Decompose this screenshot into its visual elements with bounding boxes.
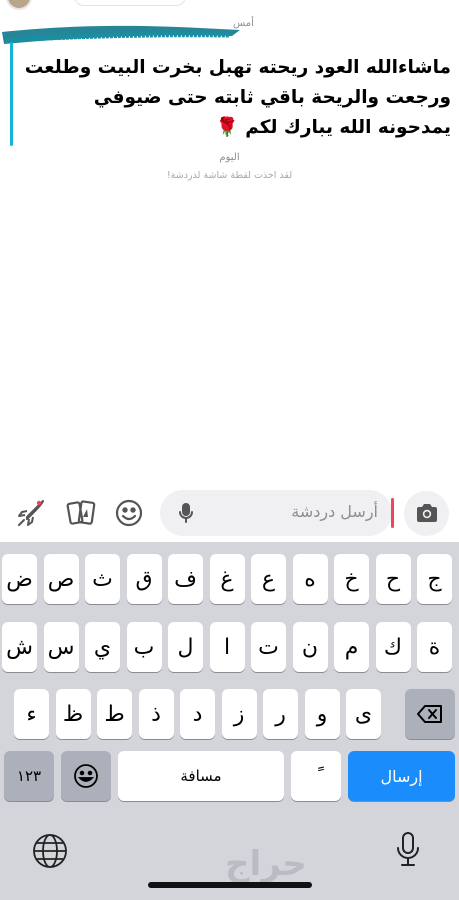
text-cursor xyxy=(391,498,394,528)
delete-key[interactable] xyxy=(405,689,455,739)
key-letter[interactable]: ط xyxy=(97,689,132,739)
diacritic-key[interactable]: ً xyxy=(291,751,341,801)
key-letter[interactable]: ش xyxy=(2,622,37,672)
key-letter[interactable]: و xyxy=(304,689,340,739)
message-line: ماشاءالله العود ريحته تهبل بخرت البيت وط… xyxy=(24,57,452,78)
send-key[interactable]: إرسال xyxy=(348,751,455,801)
key-letter[interactable]: ظ xyxy=(55,689,91,739)
key-letter[interactable]: ك xyxy=(375,622,411,672)
key-letter[interactable]: د xyxy=(180,689,215,739)
top-strip xyxy=(0,0,459,12)
key-letter[interactable]: ض xyxy=(2,554,37,604)
key-letter[interactable]: ق xyxy=(126,554,162,604)
smiley-icon[interactable] xyxy=(112,496,146,530)
key-letter[interactable]: ز xyxy=(221,689,257,739)
key-letter[interactable]: ه xyxy=(292,554,328,604)
key-letter[interactable]: ج xyxy=(417,554,452,604)
watermark: حراج xyxy=(225,844,307,884)
globe-icon[interactable] xyxy=(31,832,69,870)
mic-icon[interactable] xyxy=(174,501,198,525)
key-letter[interactable]: ع xyxy=(251,554,286,604)
backspace-icon xyxy=(417,705,442,723)
avatar[interactable] xyxy=(6,0,32,10)
home-indicator xyxy=(148,882,312,888)
key-letter[interactable]: ت xyxy=(251,622,286,672)
key-letter[interactable]: ح xyxy=(375,554,411,604)
key-letter[interactable]: ص xyxy=(43,554,79,604)
day-label-today: اليوم xyxy=(219,152,240,163)
key-letter[interactable]: ء xyxy=(14,689,49,739)
screenshot-notice: لقد اخذت لقطة شاشة لدردشة! xyxy=(166,170,293,181)
camera-button[interactable] xyxy=(404,491,449,536)
key-letter[interactable]: ة xyxy=(417,622,452,672)
day-label-yesterday: أمس xyxy=(233,18,254,29)
key-letter[interactable]: ن xyxy=(292,622,328,672)
emoji-key[interactable] xyxy=(61,751,111,801)
key-letter[interactable]: ث xyxy=(85,554,120,604)
top-pill xyxy=(74,0,186,6)
emoji-icon xyxy=(74,764,98,788)
space-key[interactable]: مسافة xyxy=(118,751,284,801)
key-letter[interactable]: ل xyxy=(168,622,203,672)
message-line: يمدحونه الله يبارك لكم 🌹 xyxy=(215,117,451,138)
key-letter[interactable]: س xyxy=(43,622,79,672)
key-letter[interactable]: خ xyxy=(334,554,369,604)
key-letter[interactable]: ف xyxy=(168,554,203,604)
numbers-key[interactable]: ١٢٣ xyxy=(4,751,54,801)
rocket-icon[interactable] xyxy=(14,496,48,530)
cards-icon[interactable] xyxy=(64,496,98,530)
key-letter[interactable]: غ xyxy=(209,554,245,604)
key-letter[interactable]: ي xyxy=(85,622,120,672)
key-letter[interactable]: ر xyxy=(263,689,298,739)
camera-icon xyxy=(416,503,437,522)
dictation-mic-icon[interactable] xyxy=(393,830,423,870)
key-letter[interactable]: ب xyxy=(126,622,162,672)
message-indicator-bar xyxy=(10,42,13,146)
key-letter[interactable]: ى xyxy=(346,689,381,739)
chat-input-bar: أرسل دردشة xyxy=(0,486,459,540)
chat-input-placeholder: أرسل دردشة xyxy=(291,502,378,521)
key-letter[interactable]: ا xyxy=(209,622,245,672)
key-letter[interactable]: ذ xyxy=(138,689,174,739)
key-letter[interactable]: م xyxy=(334,622,369,672)
chat-input-field[interactable]: أرسل دردشة xyxy=(160,490,392,536)
message-line: ورجعت والريحة باقي ثابته حتى ضيوفي xyxy=(93,87,452,108)
keyboard: جحخهعغفقثصض ةكمنتالبيسش ىورزدذطظء ١٢٣ مس… xyxy=(0,542,459,900)
chat-message[interactable]: ماشاءالله العود ريحته تهبل بخرت البيت وط… xyxy=(18,53,452,143)
